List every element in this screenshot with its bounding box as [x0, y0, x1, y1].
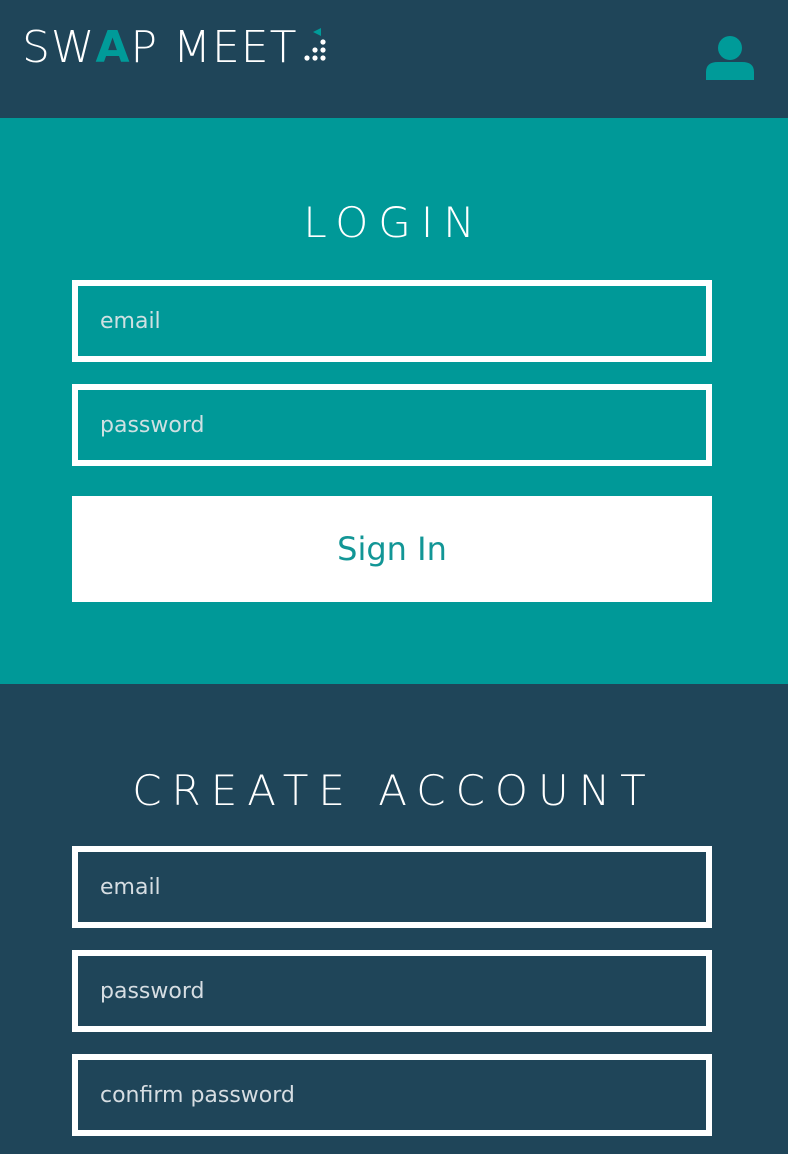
logo-text: SWAP MEET [22, 24, 297, 72]
create-account-section: CREATE ACCOUNT [0, 684, 788, 1154]
logo-text-part2: P MEET [130, 22, 298, 73]
login-section: LOGIN Sign In [0, 118, 788, 684]
login-email-field[interactable] [72, 280, 712, 362]
confirm-password-field[interactable] [72, 1054, 712, 1136]
user-icon[interactable] [702, 34, 758, 80]
swap-meet-logo[interactable]: SWAP MEET [22, 24, 333, 72]
sign-in-button[interactable]: Sign In [72, 496, 712, 602]
logo-mark-icon [304, 28, 327, 61]
create-email-field[interactable] [72, 846, 712, 928]
create-password-field[interactable] [72, 950, 712, 1032]
logo-text-accent: A [95, 22, 131, 73]
logo-text-part1: SW [22, 22, 96, 73]
login-title: LOGIN [303, 198, 485, 247]
create-account-title: CREATE ACCOUNT [132, 766, 656, 815]
app-header: SWAP MEET [0, 0, 788, 118]
login-password-field[interactable] [72, 384, 712, 466]
